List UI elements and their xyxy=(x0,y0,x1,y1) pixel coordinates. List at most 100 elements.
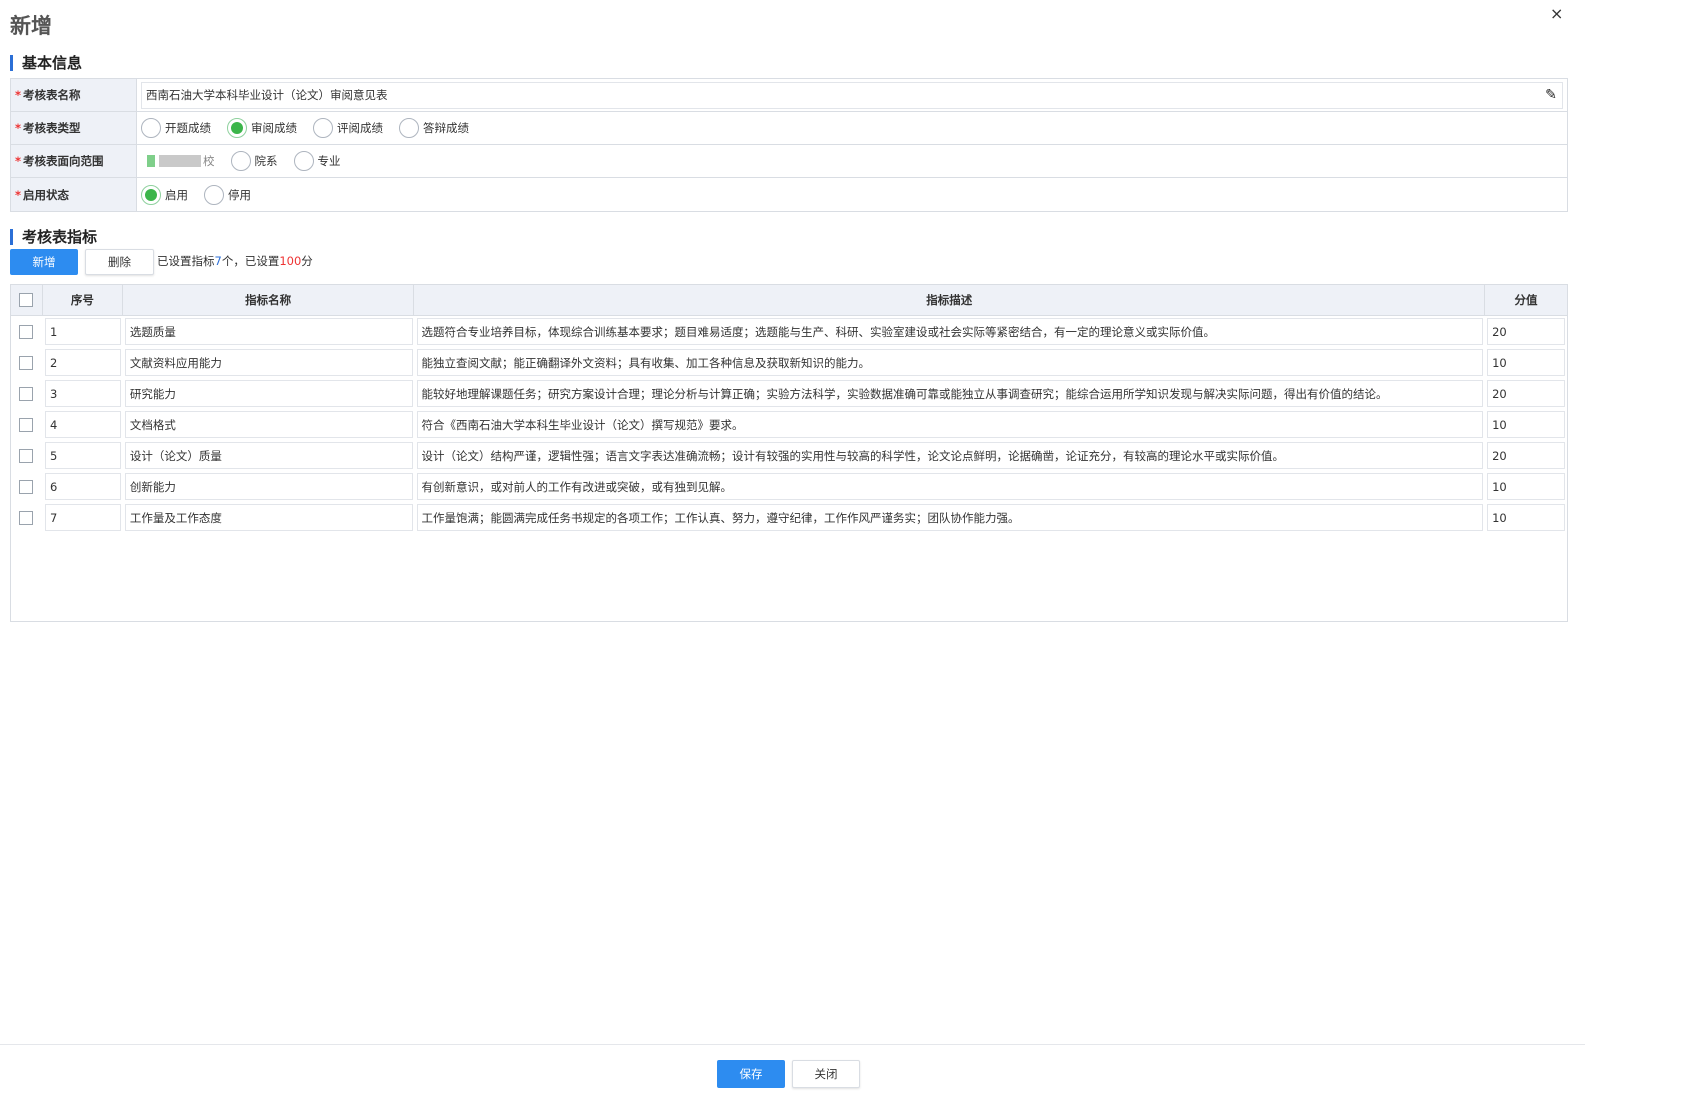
radio-circle[interactable] xyxy=(230,151,251,171)
table-row[interactable]: 2 文献资料应用能力 能独立查阅文献；能正确翻译外文资料；具有收集、加工各种信息及获… xyxy=(11,347,1567,378)
table-row[interactable]: 7 工作量及工作态度 工作量饱满；能圆满完成任务书规定的各项工作；工作认真、努力，遵… xyxy=(11,502,1567,533)
table-row[interactable]: 3 研究能力 能较好地理解课题任务；研究方案设计合理；理论分析与计算正确；实验方法科… xyxy=(11,378,1567,409)
table-row[interactable]: 5 设计（论文）质量 设计（论文）结构严谨，逻辑性强；语言文字表达准确流畅；设计有较… xyxy=(11,440,1567,471)
cell-no: 4 xyxy=(43,409,123,440)
form-row-status: * 启用状态 启用 停用 xyxy=(11,178,1567,211)
radio-circle[interactable] xyxy=(204,184,224,205)
cell-desc: 能独立查阅文献；能正确翻译外文资料；具有收集、加工各种信息及获取新知识的能力。 xyxy=(415,347,1486,378)
section-title-basic-info: 基本信息 xyxy=(10,55,82,71)
radio-circle-checked[interactable] xyxy=(141,184,161,205)
cell-name: 文档格式 xyxy=(123,409,415,440)
cell-no: 2 xyxy=(43,347,123,378)
cell-desc: 符合《西南石油大学本科生毕业设计（论文）撰写规范》要求。 xyxy=(415,409,1486,440)
field-label-type: * 考核表类型 xyxy=(11,112,137,144)
row-checkbox-cell xyxy=(11,502,43,533)
radio-scope-school[interactable]: 校 xyxy=(141,153,215,169)
column-header-score[interactable]: 分值 xyxy=(1485,285,1567,315)
radio-circle[interactable] xyxy=(293,151,314,171)
indicator-count: 7 xyxy=(214,254,222,268)
cell-name: 创新能力 xyxy=(123,471,415,502)
form-row-type: * 考核表类型 开题成绩 审阅成绩 评阅成绩 答辩成绩 xyxy=(11,112,1567,145)
required-mark: * xyxy=(15,154,22,168)
required-mark: * xyxy=(15,121,22,135)
form-row-scope: * 考核表面向范围 校 院系 专业 xyxy=(11,145,1567,178)
column-header-name[interactable]: 指标名称 xyxy=(123,285,415,315)
row-checkbox[interactable] xyxy=(18,448,33,463)
add-indicator-button[interactable]: 新增 xyxy=(10,249,78,275)
name-input[interactable]: 西南石油大学本科毕业设计（论文）审阅意见表 ✎ xyxy=(141,81,1563,109)
column-header-no[interactable]: 序号 xyxy=(43,285,123,315)
grid-body: 1 选题质量 选题符合专业培养目标，体现综合训练基本要求；题目难易适度；选题能与生产… xyxy=(11,316,1567,533)
radio-type-review[interactable]: 审阅成绩 xyxy=(227,118,297,138)
field-value-status: 启用 停用 xyxy=(137,178,1567,211)
indicator-total-score: 100 xyxy=(279,254,302,268)
radio-circle[interactable] xyxy=(141,118,161,138)
redacted-region xyxy=(141,155,201,167)
row-checkbox[interactable] xyxy=(18,386,33,401)
row-checkbox[interactable] xyxy=(18,355,33,370)
indicator-summary: 已设置指标7个，已设置100分 xyxy=(157,254,313,268)
row-checkbox[interactable] xyxy=(18,479,33,494)
cell-no: 3 xyxy=(43,378,123,409)
row-checkbox[interactable] xyxy=(18,324,33,339)
row-checkbox[interactable] xyxy=(18,510,33,525)
radio-circle[interactable] xyxy=(313,118,333,138)
required-mark: * xyxy=(15,187,22,202)
grid-header: 序号 指标名称 指标描述 分值 xyxy=(11,285,1567,316)
radio-type-evaluation[interactable]: 评阅成绩 xyxy=(313,118,383,138)
cell-score: 20 xyxy=(1485,378,1567,409)
section-title-indicators: 考核表指标 xyxy=(10,229,97,245)
name-input-value: 西南石油大学本科毕业设计（论文）审阅意见表 xyxy=(146,88,388,102)
cell-score: 20 xyxy=(1485,440,1567,471)
pencil-icon[interactable]: ✎ xyxy=(1540,87,1562,103)
select-all-checkbox-cell xyxy=(11,285,43,315)
delete-indicator-button[interactable]: 删除 xyxy=(85,249,154,275)
radio-scope-major[interactable]: 专业 xyxy=(293,151,341,171)
field-value-scope: 校 院系 专业 xyxy=(137,145,1567,177)
cell-desc: 工作量饱满；能圆满完成任务书规定的各项工作；工作认真、努力，遵守纪律，工作作风严… xyxy=(415,502,1486,533)
radio-status-disabled[interactable]: 停用 xyxy=(204,184,251,205)
cell-name: 文献资料应用能力 xyxy=(123,347,415,378)
row-checkbox-cell xyxy=(11,316,43,347)
cell-score: 10 xyxy=(1485,471,1567,502)
close-icon[interactable]: × xyxy=(1550,4,1563,23)
radio-type-defense[interactable]: 答辩成绩 xyxy=(399,118,469,138)
column-header-desc[interactable]: 指标描述 xyxy=(414,285,1486,315)
field-value-type: 开题成绩 审阅成绩 评阅成绩 答辩成绩 xyxy=(137,112,1567,144)
basic-info-form: * 考核表名称 西南石油大学本科毕业设计（论文）审阅意见表 ✎ * 考核表类型 开题… xyxy=(10,78,1568,212)
table-row[interactable]: 4 文档格式 符合《西南石油大学本科生毕业设计（论文）撰写规范》要求。 10 xyxy=(11,409,1567,440)
row-checkbox-cell xyxy=(11,347,43,378)
radio-type-opening[interactable]: 开题成绩 xyxy=(141,118,211,138)
required-mark: * xyxy=(15,88,22,102)
field-value-name: 西南石油大学本科毕业设计（论文）审阅意见表 ✎ xyxy=(137,79,1567,111)
cell-desc: 能较好地理解课题任务；研究方案设计合理；理论分析与计算正确；实验方法科学，实验数… xyxy=(415,378,1486,409)
row-checkbox-cell xyxy=(11,440,43,471)
radio-circle[interactable] xyxy=(399,118,419,138)
cell-score: 10 xyxy=(1485,347,1567,378)
cell-name: 设计（论文）质量 xyxy=(123,440,415,471)
cell-no: 1 xyxy=(43,316,123,347)
cell-desc: 选题符合专业培养目标，体现综合训练基本要求；题目难易适度；选题能与生产、科研、实… xyxy=(415,316,1486,347)
indicator-grid: 序号 指标名称 指标描述 分值 1 选题质量 选题符合专业培养目标，体现综合训练基本… xyxy=(10,284,1568,622)
cell-no: 7 xyxy=(43,502,123,533)
select-all-checkbox[interactable] xyxy=(19,293,34,307)
save-button[interactable]: 保存 xyxy=(717,1060,785,1088)
cell-name: 选题质量 xyxy=(123,316,415,347)
row-checkbox[interactable] xyxy=(18,417,33,432)
footer-divider xyxy=(0,1044,1585,1045)
radio-circle-checked[interactable] xyxy=(227,118,247,138)
table-row[interactable]: 6 创新能力 有创新意识，或对前人的工作有改进或突破，或有独到见解。 10 xyxy=(11,471,1567,502)
row-checkbox-cell xyxy=(11,378,43,409)
cell-name: 工作量及工作态度 xyxy=(123,502,415,533)
cell-desc: 有创新意识，或对前人的工作有改进或突破，或有独到见解。 xyxy=(415,471,1486,502)
radio-status-enabled[interactable]: 启用 xyxy=(141,184,188,205)
dialog-title: 新增 xyxy=(10,14,52,38)
cell-desc: 设计（论文）结构严谨，逻辑性强；语言文字表达准确流畅；设计有较强的实用性与较高的… xyxy=(415,440,1486,471)
field-label-scope: * 考核表面向范围 xyxy=(11,145,137,177)
radio-scope-department[interactable]: 院系 xyxy=(230,151,278,171)
cell-score: 20 xyxy=(1485,316,1567,347)
cell-name: 研究能力 xyxy=(123,378,415,409)
table-row[interactable]: 1 选题质量 选题符合专业培养目标，体现综合训练基本要求；题目难易适度；选题能与生产… xyxy=(11,316,1567,347)
cell-no: 6 xyxy=(43,471,123,502)
close-button[interactable]: 关闭 xyxy=(792,1060,860,1088)
